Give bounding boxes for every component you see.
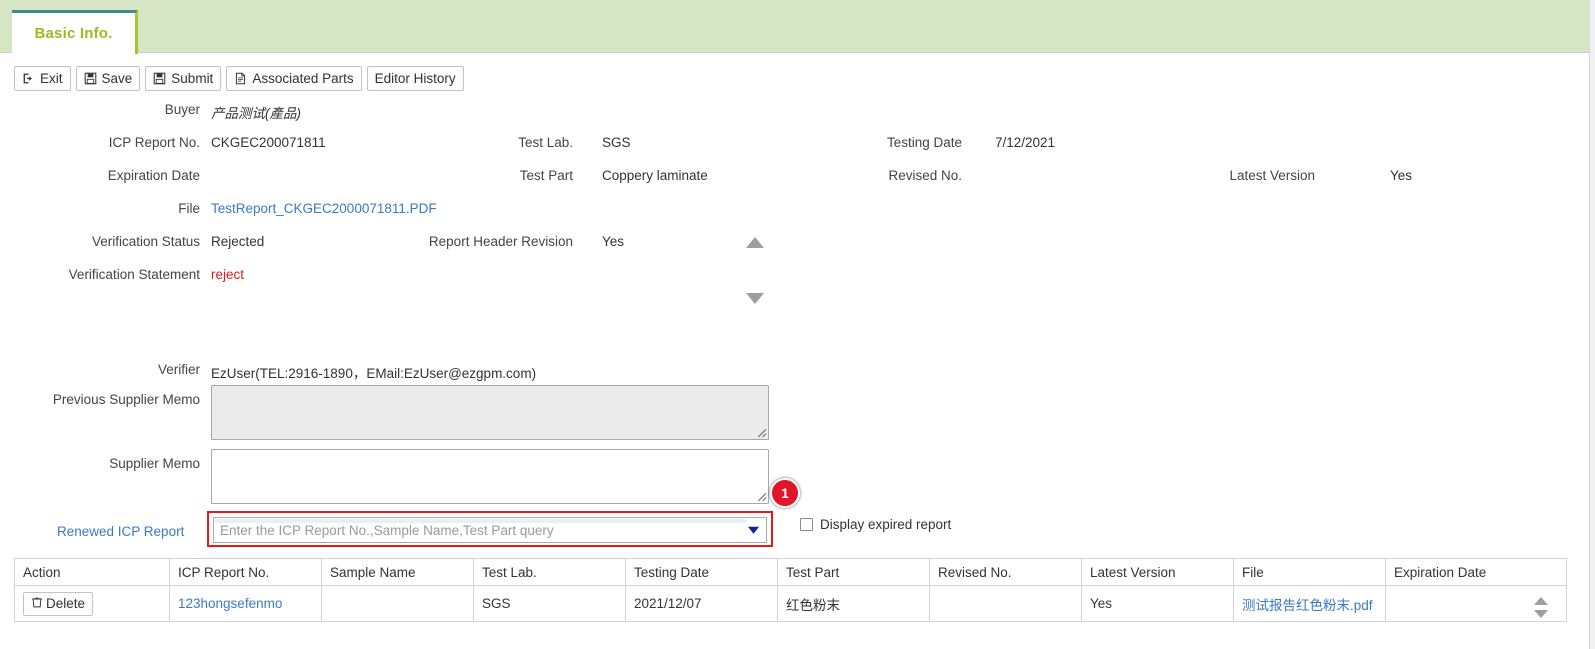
file-link-row[interactable]: 测试报告红色粉末.pdf xyxy=(1242,598,1373,613)
verification-status-label: Verification Status xyxy=(91,234,200,249)
previous-supplier-memo-label: Previous Supplier Memo xyxy=(52,392,200,407)
test-lab-value: SGS xyxy=(602,135,631,150)
testing-date-value: 7/12/2021 xyxy=(995,135,1056,150)
table-scroll-up-arrow[interactable] xyxy=(1534,596,1548,605)
cell-sample-name xyxy=(321,585,474,622)
renewed-icp-report-label[interactable]: Renewed ICP Report xyxy=(57,524,184,539)
editor-history-button[interactable]: Editor History xyxy=(366,66,464,91)
form-row-verification-statement: Verification Statement reject xyxy=(0,237,1595,358)
cell-action: Delete xyxy=(14,585,170,622)
cell-latest-version: Yes xyxy=(1081,585,1234,622)
associated-parts-label: Associated Parts xyxy=(252,70,354,86)
column-header-sample-name[interactable]: Sample Name xyxy=(321,558,474,586)
icp-report-no-label: ICP Report No. xyxy=(108,135,200,150)
delete-button-label: Delete xyxy=(46,596,86,611)
test-part-label: Test Part xyxy=(519,168,573,183)
verifier-value: EzUser(TEL:2916-1890，EMail:EzUser@ezgpm.… xyxy=(211,366,537,381)
cell-revised-no xyxy=(929,585,1082,622)
cell-test-part: 红色粉末 xyxy=(777,585,930,622)
column-header-test-lab[interactable]: Test Lab. xyxy=(473,558,626,586)
editor-history-label: Editor History xyxy=(374,70,456,86)
exit-button[interactable]: Exit xyxy=(14,66,71,91)
statement-scroll-up-arrow[interactable] xyxy=(746,237,764,248)
column-header-latest-version[interactable]: Latest Version xyxy=(1081,558,1234,586)
icp-report-no-value: CKGEC200071811 xyxy=(211,135,326,150)
display-expired-report-checkbox[interactable] xyxy=(800,518,813,531)
save-icon xyxy=(84,72,97,85)
file-link[interactable]: TestReport_CKGEC2000071811.PDF xyxy=(211,201,437,216)
tab-basic-info[interactable]: Basic Info. xyxy=(12,10,138,54)
column-header-file[interactable]: File xyxy=(1233,558,1386,586)
latest-version-value: Yes xyxy=(1390,168,1413,183)
step-badge-1: 1 xyxy=(770,478,800,508)
verifier-label: Verifier xyxy=(157,362,200,377)
delete-button[interactable]: Delete xyxy=(23,591,94,616)
table-scroll-down-arrow[interactable] xyxy=(1534,609,1548,618)
supplier-memo-label: Supplier Memo xyxy=(109,456,200,471)
column-header-testing-date[interactable]: Testing Date xyxy=(625,558,778,586)
toolbar: Exit Save Submit Associated Parts Editor… xyxy=(14,66,464,91)
expiration-date-label: Expiration Date xyxy=(107,168,200,183)
icp-report-no-link[interactable]: 123hongsefenmo xyxy=(178,596,282,611)
statement-scroll-down-arrow[interactable] xyxy=(746,293,764,304)
detail-form: Buyer 产品测试(產品) ICP Report No. CKGEC20007… xyxy=(0,98,1595,391)
cell-icp-report-no: 123hongsefenmo xyxy=(169,585,322,622)
form-row-verification-status: Verification Status Rejected Report Head… xyxy=(0,230,1595,263)
verification-statement-value: reject xyxy=(211,267,245,282)
supplier-memo-textarea[interactable] xyxy=(211,449,769,504)
window-right-edge xyxy=(1589,0,1595,649)
testing-date-label: Testing Date xyxy=(886,135,962,150)
form-row-file: File TestReport_CKGEC2000071811.PDF xyxy=(0,197,1595,230)
form-row-buyer: Buyer 产品测试(產品) xyxy=(0,98,1595,131)
tab-basic-info-label: Basic Info. xyxy=(34,25,113,42)
table-header-row: Action ICP Report No. Sample Name Test L… xyxy=(14,558,1567,586)
column-header-revised-no[interactable]: Revised No. xyxy=(929,558,1082,586)
verification-status-value: Rejected xyxy=(211,234,265,249)
associated-parts-button[interactable]: Associated Parts xyxy=(226,66,362,91)
submit-icon xyxy=(153,72,166,85)
save-label: Save xyxy=(101,70,133,86)
submit-button[interactable]: Submit xyxy=(145,66,222,91)
table-row: Delete 123hongsefenmo SGS 2021/12/07 红色粉… xyxy=(14,585,1567,622)
column-header-expiration-date[interactable]: Expiration Date xyxy=(1385,558,1567,586)
file-label: File xyxy=(178,201,200,216)
buyer-label: Buyer xyxy=(164,102,200,117)
previous-supplier-memo-textarea[interactable] xyxy=(211,385,769,440)
verification-statement-label: Verification Statement xyxy=(68,267,200,282)
renewed-icp-report-combo[interactable] xyxy=(213,517,767,543)
document-icon xyxy=(234,72,247,85)
revised-no-label: Revised No. xyxy=(888,168,962,183)
column-header-icp-report-no[interactable]: ICP Report No. xyxy=(169,558,322,586)
form-row-icp-report-no: ICP Report No. CKGEC200071811 Test Lab. … xyxy=(0,131,1595,164)
statement-scroll-arrows xyxy=(746,237,768,317)
test-lab-label: Test Lab. xyxy=(518,135,573,150)
trash-icon xyxy=(31,596,43,611)
buyer-value: 产品测试(產品) xyxy=(211,106,301,121)
exit-label: Exit xyxy=(40,70,63,86)
cell-testing-date: 2021/12/07 xyxy=(625,585,778,622)
tab-strip: Basic Info. xyxy=(0,0,1595,54)
display-expired-report-row: Display expired report xyxy=(800,517,951,532)
report-header-revision-label: Report Header Revision xyxy=(428,234,573,249)
table-scroll-arrows xyxy=(1531,583,1551,631)
form-row-expiration-date: Expiration Date Test Part Coppery lamina… xyxy=(0,164,1595,197)
page-root: Basic Info. Exit Save Submit Associated … xyxy=(0,0,1595,649)
report-header-revision-value: Yes xyxy=(602,234,625,249)
exit-icon xyxy=(22,72,35,85)
cell-file: 测试报告红色粉末.pdf xyxy=(1233,585,1386,622)
test-part-value: Coppery laminate xyxy=(602,168,708,183)
combo-top-shade xyxy=(215,519,746,523)
renewed-reports-table: Action ICP Report No. Sample Name Test L… xyxy=(14,558,1567,622)
step-badge-1-number: 1 xyxy=(781,485,789,501)
submit-label: Submit xyxy=(171,70,214,86)
cell-test-lab: SGS xyxy=(473,585,626,622)
renewed-icp-report-highlight xyxy=(207,511,773,547)
column-header-test-part[interactable]: Test Part xyxy=(777,558,930,586)
latest-version-label: Latest Version xyxy=(1229,168,1315,183)
column-header-action[interactable]: Action xyxy=(14,558,170,586)
display-expired-report-label: Display expired report xyxy=(820,517,952,532)
save-button[interactable]: Save xyxy=(75,66,141,91)
